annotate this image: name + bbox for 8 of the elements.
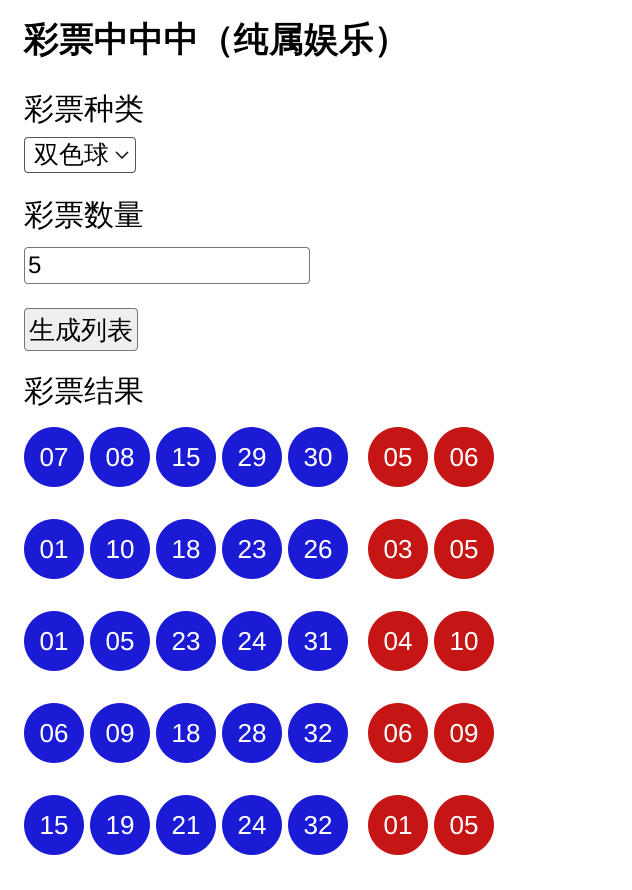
quantity-input[interactable]: 5 (24, 247, 310, 284)
section-heading: 彩票结果 (24, 374, 144, 410)
field-label: 彩票数量 (24, 198, 144, 234)
page-title: 彩票中中中（纯属娱乐） (24, 19, 409, 61)
generate-list-button[interactable]: 生成列表 (24, 308, 138, 351)
field-label: 彩票种类 (24, 92, 144, 128)
chevron-down-icon (115, 151, 129, 159)
lottery-type-select[interactable]: 双色球 (24, 137, 136, 173)
